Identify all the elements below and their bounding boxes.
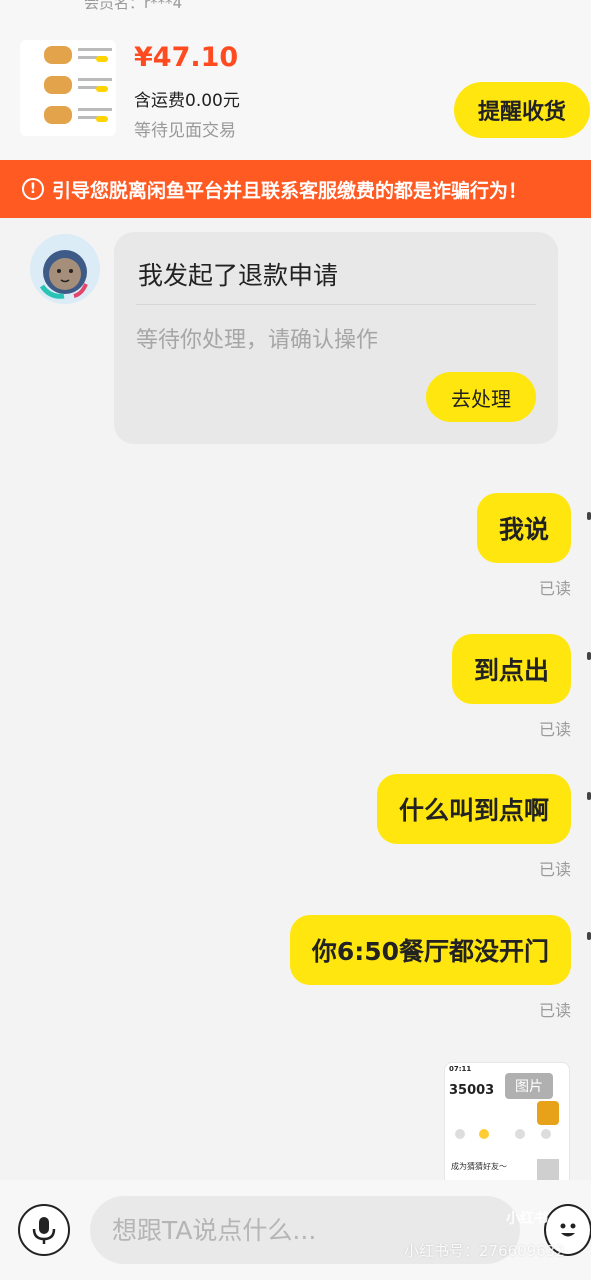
app-icon [455,1129,465,1139]
message-bubble[interactable]: 什么叫到点啊 [376,774,571,844]
microphone-icon[interactable] [18,1204,70,1256]
image-time: 07:11 [449,1065,472,1073]
app-icon [479,1129,489,1139]
watermark-text: 小红书号：276609632 [404,1242,565,1260]
divider [136,304,536,305]
avatar[interactable] [30,234,100,304]
image-badge: 图片 [505,1073,553,1099]
edge-mark [587,512,591,520]
chat-input-bar [0,1180,591,1280]
read-status: 已读 [538,720,571,739]
order-card[interactable]: 会员名：r***4 ¥47.10 含运费0.00元 等待见面交易 提醒收货 [0,0,591,160]
edge-mark [587,652,591,660]
app-icon [515,1129,525,1139]
order-price: ¥47.10 [134,42,239,73]
read-status: 已读 [538,860,571,879]
message-bubble[interactable]: 到点出 [451,634,571,704]
fraud-warning-bar: ! 引导您脱离闲鱼平台并且联系客服缴费的都是诈骗行为！ [0,160,591,218]
image-message[interactable]: 07:11 35003 图片 成为猜猜好友～ [444,1062,570,1186]
image-caption: 成为猜猜好友～ [451,1162,507,1171]
watermark-logo: 小红书 [506,1211,548,1227]
message-bubble[interactable]: 我说 [476,493,571,563]
read-status: 已读 [538,579,571,598]
refund-title: 我发起了退款申请 [138,261,339,290]
shipping-fee: 含运费0.00元 [134,91,240,111]
message-bubble[interactable]: 你6:50餐厅都没开门 [289,915,571,985]
app-icon [541,1129,551,1139]
warning-text: 引导您脱离闲鱼平台并且联系客服缴费的都是诈骗行为！ [52,179,528,202]
handle-refund-button[interactable]: 去处理 [426,372,536,422]
exclamation-circle-icon: ! [22,178,44,200]
member-name: 会员名：r***4 [84,0,183,12]
remind-delivery-button[interactable]: 提醒收货 [454,82,590,138]
product-thumbnail[interactable] [20,40,116,136]
refund-request-card: 我发起了退款申请 等待你处理，请确认操作 去处理 [114,232,558,444]
image-number: 35003 [449,1083,495,1098]
edge-mark [587,932,591,940]
refund-subtitle: 等待你处理，请确认操作 [136,328,379,353]
food-thumbnail [537,1101,559,1125]
trade-status: 等待见面交易 [134,121,236,141]
blurred-qr [537,1159,559,1181]
read-status: 已读 [538,1001,571,1020]
edge-mark [587,792,591,800]
